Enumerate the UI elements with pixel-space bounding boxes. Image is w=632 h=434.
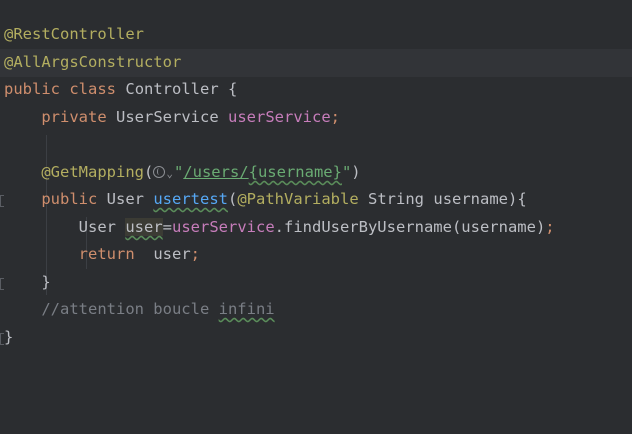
type-user-service: UserService [116,108,219,126]
code-line-3[interactable]: public class Controller { [0,76,632,104]
code-line-10[interactable]: } [0,269,632,297]
comment: //attention boucle [41,300,219,318]
comment-typo-word[interactable]: infini [219,300,275,318]
param-username: username [433,190,509,208]
annotation-path-variable: @PathVariable [237,190,359,208]
type-user: User [106,190,144,208]
code-line-9[interactable]: return user; [0,241,632,269]
method-usertest[interactable]: usertest [153,190,228,208]
semicolon: ; [330,108,340,126]
code-editor[interactable]: @RestController @AllArgsConstructor publ… [0,0,632,403]
url-path-variable[interactable]: {username} [249,163,342,181]
code-line-11[interactable]: //attention boucle infini [0,296,632,324]
close-brace: } [4,328,14,346]
method-call: .findUserByUsername(username) [274,218,546,236]
variable-user: user [153,245,191,263]
code-line-1[interactable]: @RestController [0,21,632,49]
code-line-7[interactable]: public User usertest(@PathVariable Strin… [0,186,632,214]
semicolon: ; [190,245,200,263]
keyword-class: class [69,80,117,98]
code-line-2[interactable]: @AllArgsConstructor [0,49,632,77]
keyword-private: private [41,108,107,126]
class-name: Controller [125,80,219,98]
annotation-rest-controller: @RestController [4,25,144,43]
code-line-4[interactable]: private UserService userService; [0,104,632,132]
variable-user[interactable]: user [125,218,163,236]
open-brace: { [228,80,238,98]
code-line-8[interactable]: User user=userService.findUserByUsername… [0,214,632,242]
url-path[interactable]: /users/ [183,163,248,181]
code-line-12[interactable]: } [0,324,632,352]
field-user-service: userService [228,108,331,126]
annotation-all-args-constructor: @AllArgsConstructor [4,53,182,71]
chevron-down-icon[interactable]: ⌄ [166,160,173,188]
keyword-public: public [4,80,60,98]
globe-icon[interactable] [153,166,166,178]
field-user-service: userService [172,218,275,236]
keyword-return: return [78,245,135,263]
close-brace: } [41,273,51,291]
code-line-6[interactable]: @GetMapping(⌄"/users/{username}") [0,159,632,187]
keyword-public: public [41,190,98,208]
type-string: String [368,190,425,208]
annotation-get-mapping: @GetMapping [41,163,144,181]
type-user: User [78,218,116,236]
semicolon: ; [545,218,555,236]
